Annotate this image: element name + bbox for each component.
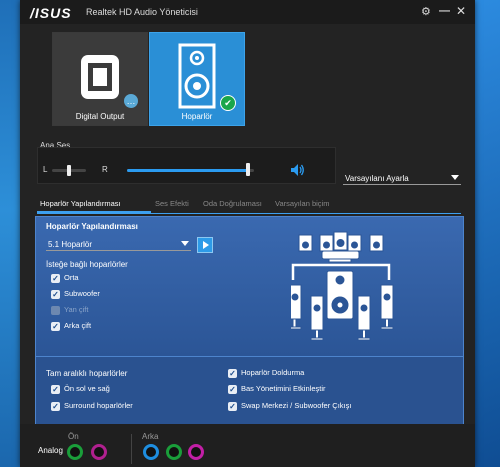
tab-bar: Hoparlör Yapılandırması Ses Efekti Oda D…: [37, 195, 461, 214]
analog-label: Analog: [38, 446, 63, 455]
volume-fill: [127, 169, 248, 172]
chat-icon: …: [124, 94, 138, 108]
chevron-down-icon: [181, 241, 189, 246]
config-title: Hoparlör Yapılandırması: [46, 222, 138, 231]
optional-speakers-title: İsteğe bağlı hoparlörler: [46, 260, 128, 269]
checkbox-front-lr[interactable]: ✓ Ön sol ve sağ: [51, 384, 110, 394]
minimize-icon[interactable]: —: [439, 5, 450, 17]
speaker-mode-select[interactable]: 5.1 Hoparlör: [46, 238, 191, 251]
volume-slider[interactable]: [246, 163, 250, 176]
speaker-layout-diagram: [291, 231, 394, 341]
chevron-down-icon: [451, 175, 459, 180]
checkbox-rear-pair[interactable]: ✓ Arka çift: [51, 321, 91, 331]
analog-jack-bar: Ön Arka Analog: [20, 424, 475, 467]
defaults-select[interactable]: Varsayılanı Ayarla: [343, 172, 461, 185]
fullrange-title: Tam aralıklı hoparlörler: [46, 369, 128, 378]
fullrange-panel: Tam aralıklı hoparlörler ✓ Ön sol ve sağ …: [35, 356, 464, 426]
front-jack-2[interactable]: [91, 444, 107, 460]
balance-slider[interactable]: [67, 165, 71, 176]
front-jacks-label: Ön: [68, 432, 79, 441]
device-speaker[interactable]: ✔ Hoparlör: [149, 32, 245, 126]
balance-right-label: R: [102, 165, 108, 174]
tab-sound-effect[interactable]: Ses Efekti: [155, 199, 189, 208]
check-icon: ✔: [220, 95, 236, 111]
realtek-window: /ISUS Realtek HD Audio Yöneticisi ⚙ — ✕ …: [20, 0, 475, 467]
speaker-config-panel: Hoparlör Yapılandırması 5.1 Hoparlör İst…: [35, 216, 464, 357]
device-label: Digital Output: [75, 112, 125, 121]
checkbox-side-pair: ✓ Yan çift: [51, 305, 89, 315]
balance-left-label: L: [43, 165, 48, 174]
volume-box: L R: [37, 147, 336, 184]
speaker-volume-icon[interactable]: [290, 163, 304, 177]
rear-jacks-label: Arka: [142, 432, 159, 441]
checkbox-bass-management[interactable]: ✓ Bas Yönetimini Etkinleştir: [228, 384, 325, 394]
tab-room-correction[interactable]: Oda Doğrulaması: [203, 199, 262, 208]
divider: [131, 434, 132, 464]
checkbox-center[interactable]: ✓ Orta: [51, 273, 79, 283]
rear-jack-1[interactable]: [143, 444, 159, 460]
window-title: Realtek HD Audio Yöneticisi: [86, 7, 198, 17]
checkbox-swap-center-sub[interactable]: ✓ Swap Merkezi / Subwoofer Çıkışı: [228, 401, 351, 411]
checkbox-speaker-fill[interactable]: ✓ Hoparlör Doldurma: [228, 368, 304, 378]
tab-speaker-config[interactable]: Hoparlör Yapılandırması: [40, 199, 121, 208]
checkbox-surround[interactable]: ✓ Surround hoparlörler: [51, 401, 133, 411]
tab-default-format[interactable]: Varsayılan biçim: [275, 199, 329, 208]
title-bar: /ISUS Realtek HD Audio Yöneticisi ⚙ — ✕: [20, 0, 475, 24]
asus-logo: /ISUS: [30, 5, 72, 21]
rear-jack-2[interactable]: [166, 444, 182, 460]
close-icon[interactable]: ✕: [456, 4, 466, 18]
front-jack-1[interactable]: [67, 444, 83, 460]
device-label: Hoparlör: [181, 112, 213, 121]
active-tab-indicator: [37, 211, 151, 213]
device-digital-output[interactable]: … Digital Output: [52, 32, 148, 126]
gear-icon[interactable]: ⚙: [421, 5, 431, 18]
checkbox-subwoofer[interactable]: ✓ Subwoofer: [51, 289, 100, 299]
play-test-button[interactable]: [197, 237, 213, 253]
rear-jack-3[interactable]: [188, 444, 204, 460]
